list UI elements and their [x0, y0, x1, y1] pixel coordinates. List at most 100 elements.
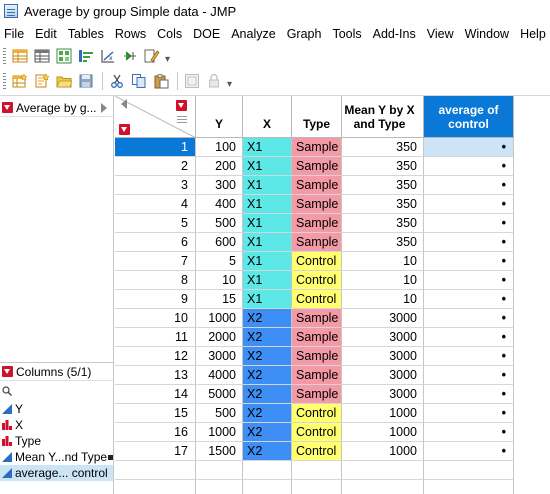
row-number[interactable]: 11 [115, 328, 196, 347]
cell-y[interactable]: 500 [196, 214, 243, 233]
menu-add-ins[interactable]: Add-Ins [368, 27, 422, 41]
cell-x[interactable]: X1 [243, 195, 292, 214]
row-number[interactable] [115, 461, 196, 480]
table-row[interactable]: 13 4000 X2 Sample 3000 • [115, 366, 550, 385]
table-row[interactable]: 10 1000 X2 Sample 3000 • [115, 309, 550, 328]
cell-y[interactable]: 10 [196, 271, 243, 290]
cell-average-of-control[interactable]: • [424, 195, 514, 214]
cell-x[interactable]: X1 [243, 138, 292, 157]
formula-icon[interactable] [108, 454, 114, 460]
row-number[interactable]: 16 [115, 423, 196, 442]
cell-y[interactable]: 200 [196, 157, 243, 176]
cell-average-of-control[interactable]: • [424, 233, 514, 252]
cell-mean-y[interactable]: 10 [342, 252, 424, 271]
cell-y[interactable]: 15 [196, 290, 243, 309]
cell-mean-y[interactable]: 3000 [342, 328, 424, 347]
cell-mean-y[interactable]: 3000 [342, 385, 424, 404]
menu-rows[interactable]: Rows [110, 27, 152, 41]
tabulate-icon[interactable] [54, 46, 74, 66]
row-number[interactable]: 2 [115, 157, 196, 176]
cell-y[interactable]: 500 [196, 404, 243, 423]
cell-x[interactable]: X1 [243, 290, 292, 309]
cell-x[interactable]: X2 [243, 423, 292, 442]
cell-average-of-control[interactable]: • [424, 423, 514, 442]
menu-graph[interactable]: Graph [282, 27, 328, 41]
fit-y-by-x-icon[interactable]: x [98, 46, 118, 66]
cell-x[interactable]: X1 [243, 271, 292, 290]
column-header-y[interactable]: Y [196, 96, 243, 138]
columns-hot-spot-icon[interactable] [2, 366, 13, 377]
table-row[interactable]: 17 1500 X2 Control 1000 • [115, 442, 550, 461]
table-row[interactable]: 12 3000 X2 Sample 3000 • [115, 347, 550, 366]
cell-average-of-control[interactable]: • [424, 442, 514, 461]
new-script-icon[interactable] [32, 71, 52, 91]
cell-average-of-control[interactable]: • [424, 328, 514, 347]
row-number[interactable]: 8 [115, 271, 196, 290]
cell-y[interactable]: 1000 [196, 423, 243, 442]
cell-average-of-control[interactable]: • [424, 309, 514, 328]
cell-x[interactable]: X2 [243, 309, 292, 328]
cell-type[interactable] [292, 480, 342, 494]
table-row[interactable]: 14 5000 X2 Sample 3000 • [115, 385, 550, 404]
menu-doe[interactable]: DOE [188, 27, 226, 41]
cell-y[interactable]: 4000 [196, 366, 243, 385]
cell-y[interactable]: 400 [196, 195, 243, 214]
cell-x[interactable] [243, 480, 292, 494]
cut-icon[interactable] [107, 71, 127, 91]
cell-y[interactable]: 2000 [196, 328, 243, 347]
cell-x[interactable]: X2 [243, 347, 292, 366]
row-number[interactable]: 5 [115, 214, 196, 233]
menu-tables[interactable]: Tables [63, 27, 110, 41]
cell-y[interactable]: 600 [196, 233, 243, 252]
row-number[interactable]: 6 [115, 233, 196, 252]
cell-mean-y[interactable]: 10 [342, 271, 424, 290]
cell-y[interactable] [196, 461, 243, 480]
table-row[interactable]: 6 600 X1 Sample 350 • [115, 233, 550, 252]
sort-icon[interactable] [76, 46, 96, 66]
row-number[interactable]: 7 [115, 252, 196, 271]
cell-mean-y[interactable]: 350 [342, 233, 424, 252]
paste-icon[interactable] [151, 71, 171, 91]
menu-view[interactable]: View [422, 27, 460, 41]
cell-mean-y[interactable] [342, 461, 424, 480]
cell-mean-y[interactable]: 350 [342, 214, 424, 233]
table-row[interactable]: 1 100 X1 Sample 350 • [115, 138, 550, 157]
cell-x[interactable]: X1 [243, 176, 292, 195]
cell-y[interactable]: 1500 [196, 442, 243, 461]
column-item-mean-y[interactable]: Mean Y...nd Type [0, 449, 114, 465]
row-number[interactable]: 9 [115, 290, 196, 309]
row-number[interactable]: 13 [115, 366, 196, 385]
cell-average-of-control[interactable]: • [424, 138, 514, 157]
empty-table-row[interactable] [115, 480, 550, 494]
cell-x[interactable]: X2 [243, 366, 292, 385]
cell-type[interactable]: Control [292, 423, 342, 442]
menu-window[interactable]: Window [460, 27, 515, 41]
cell-type[interactable]: Control [292, 290, 342, 309]
cell-y[interactable]: 300 [196, 176, 243, 195]
toolbar-overflow-icon[interactable]: ▾ [227, 79, 232, 90]
cell-type[interactable]: Control [292, 271, 342, 290]
row-number[interactable]: 10 [115, 309, 196, 328]
cell-mean-y[interactable]: 1000 [342, 423, 424, 442]
menu-edit[interactable]: Edit [30, 27, 63, 41]
cell-average-of-control[interactable]: • [424, 157, 514, 176]
row-number[interactable] [115, 480, 196, 494]
cell-type[interactable]: Sample [292, 176, 342, 195]
cell-type[interactable]: Sample [292, 385, 342, 404]
table-hot-spot-icon[interactable] [2, 102, 13, 113]
cell-type[interactable]: Control [292, 442, 342, 461]
toolbar-grip[interactable] [3, 48, 6, 64]
cell-mean-y[interactable]: 350 [342, 138, 424, 157]
toolbar-grip[interactable] [3, 73, 6, 89]
new-data-table-icon[interactable] [10, 71, 30, 91]
cell-average-of-control[interactable] [424, 480, 514, 494]
cell-type[interactable]: Sample [292, 347, 342, 366]
column-header-average-of-control[interactable]: average of control [424, 96, 514, 138]
copy-icon[interactable] [129, 71, 149, 91]
cell-y[interactable]: 5 [196, 252, 243, 271]
empty-table-row[interactable] [115, 461, 550, 480]
row-number[interactable]: 1 [115, 138, 196, 157]
menu-cols[interactable]: Cols [152, 27, 188, 41]
cell-x[interactable]: X1 [243, 233, 292, 252]
cell-mean-y[interactable]: 1000 [342, 442, 424, 461]
